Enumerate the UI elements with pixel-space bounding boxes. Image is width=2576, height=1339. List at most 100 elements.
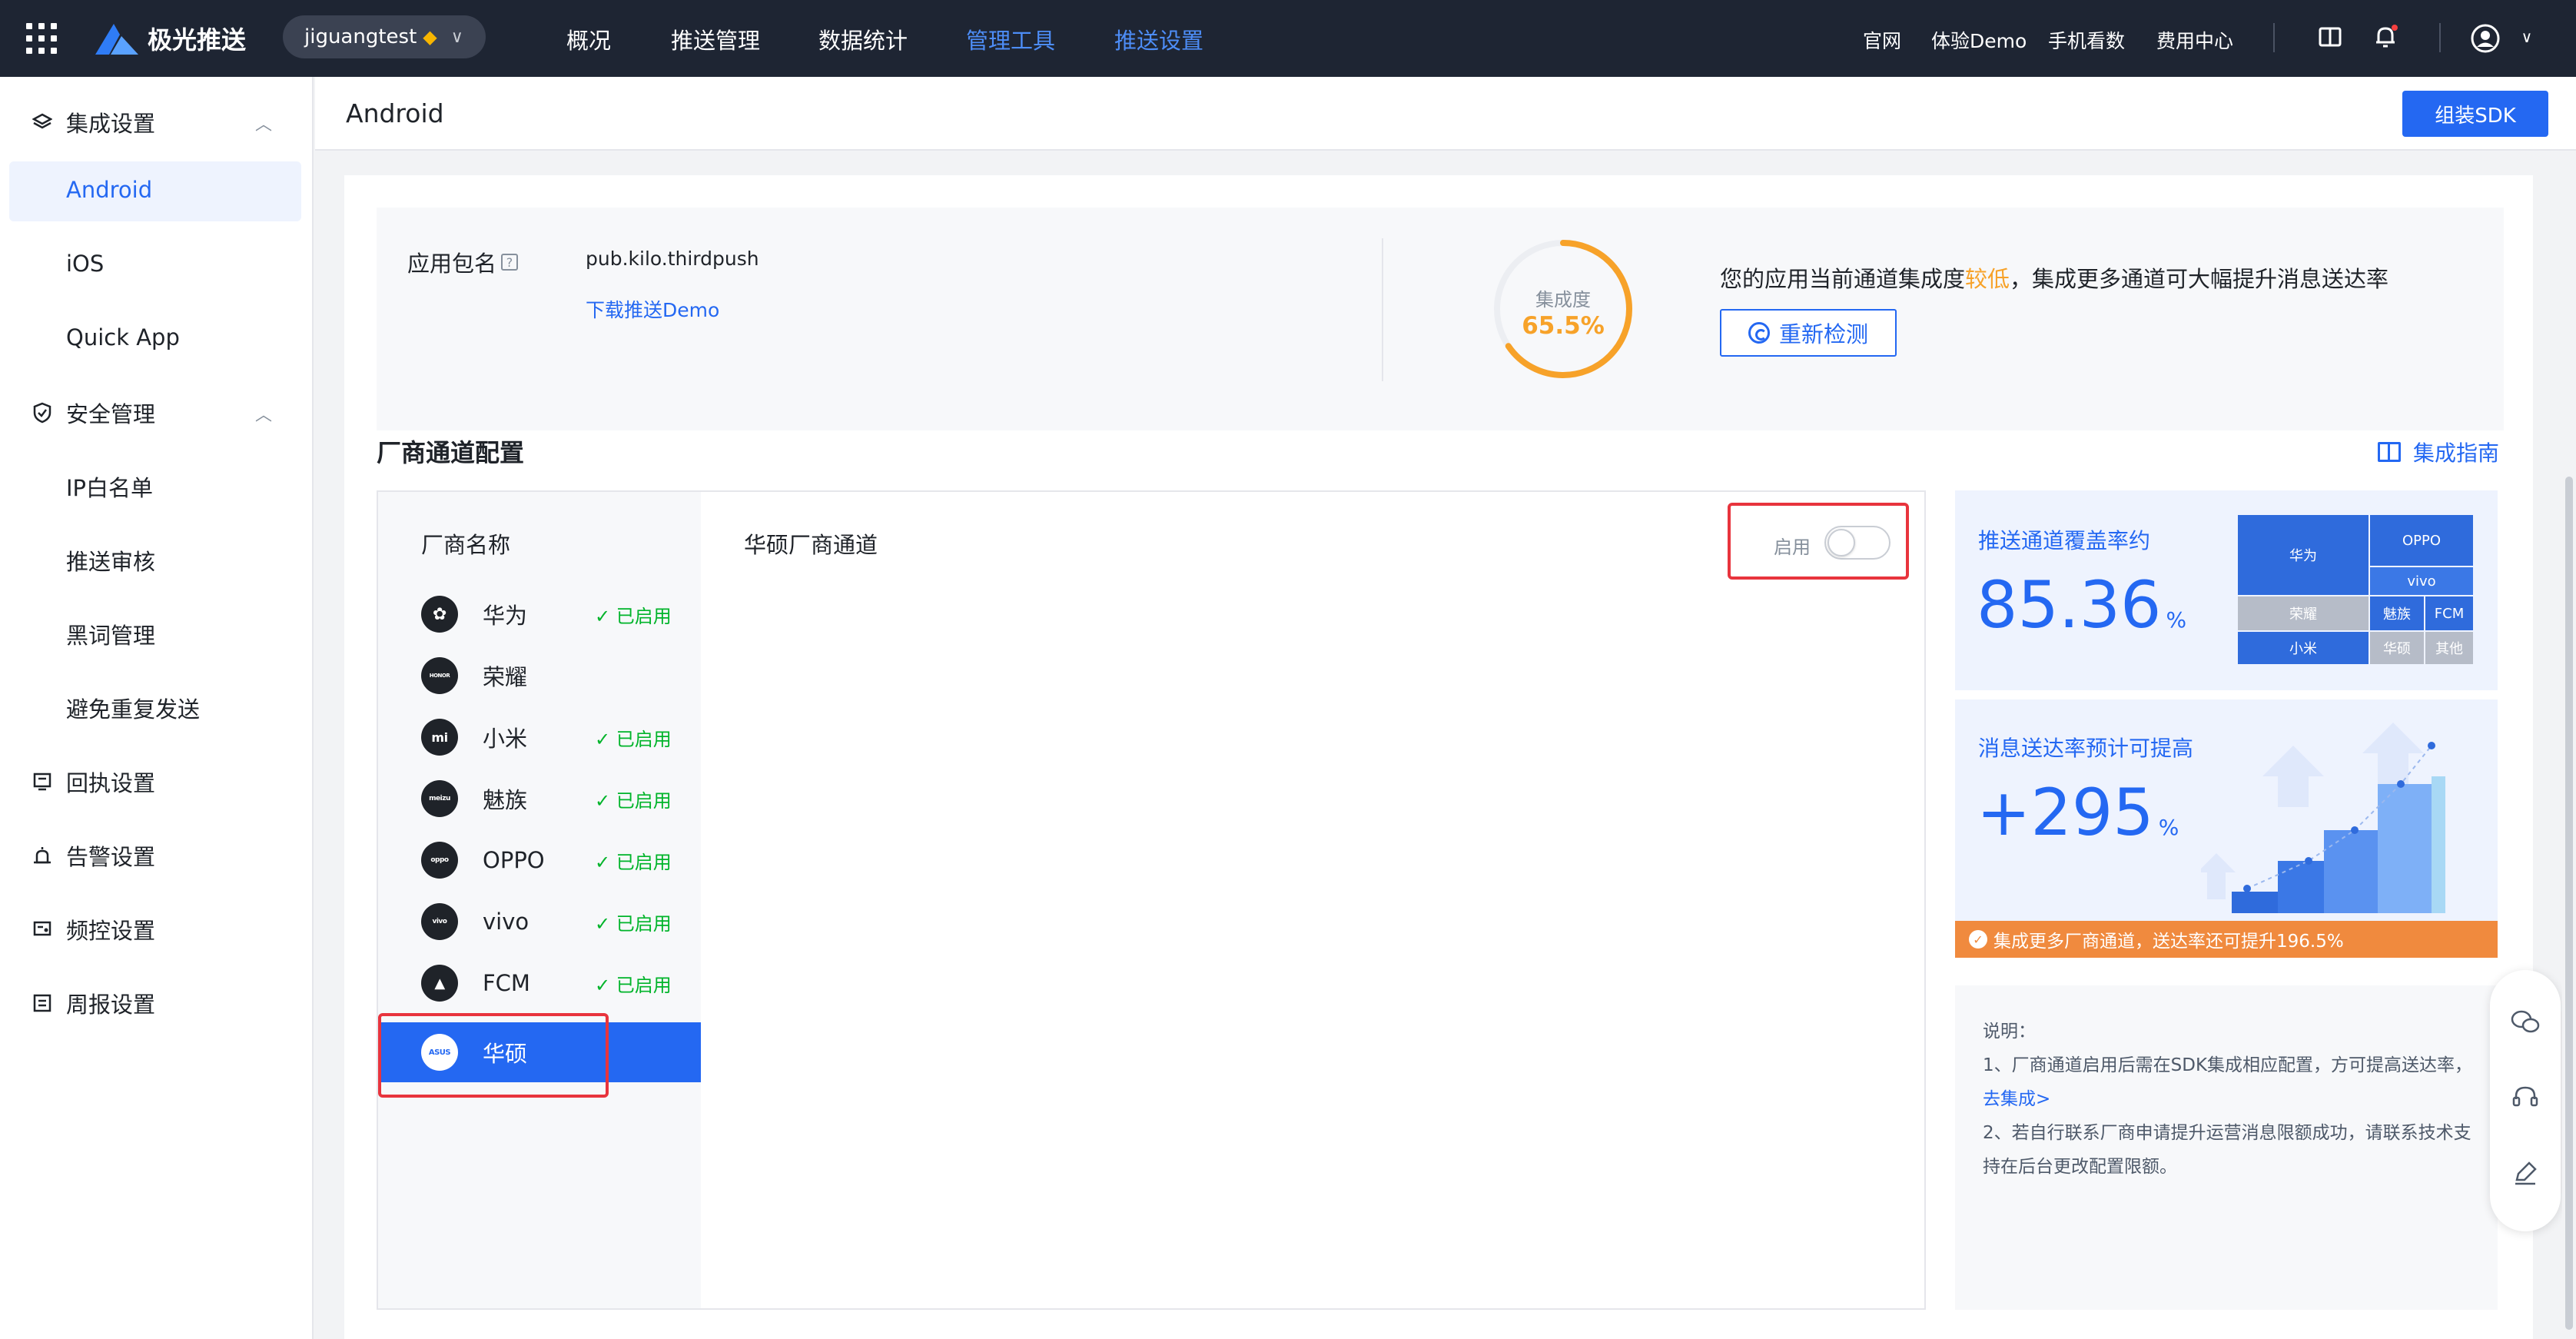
collapse-caret-icon[interactable]: ︿: [255, 401, 272, 426]
page-title: Android: [346, 98, 444, 128]
treemap-cell-honor: 荣耀: [2238, 596, 2369, 630]
integration-guide-label: 集成指南: [2413, 440, 2500, 466]
coverage-value: 85.36%: [1977, 567, 2186, 643]
sidebar-group-alarm[interactable]: 告警设置: [31, 839, 155, 872]
edit-feedback-icon[interactable]: [2510, 1158, 2541, 1188]
mobile-dashboard-link[interactable]: 手机看数: [2048, 26, 2125, 54]
gauge-label: 集成度: [1535, 289, 1591, 311]
integration-message-suffix: ，集成更多通道可大幅提升消息送达率: [2010, 266, 2389, 292]
fcm-logo-icon: ▲: [421, 965, 458, 1002]
notification-bell-icon[interactable]: [2370, 22, 2401, 52]
vip-gem-icon: ◆: [423, 26, 437, 48]
huawei-logo-icon: ✿: [421, 596, 458, 633]
refresh-icon: [1748, 322, 1770, 344]
app-grid-icon[interactable]: [26, 23, 57, 54]
vendor-row-honor[interactable]: HONOR 荣耀: [378, 646, 701, 706]
divider: [2439, 23, 2441, 52]
gauge-value: 65.5%: [1522, 312, 1605, 340]
sidebar-item-ios[interactable]: iOS: [66, 251, 104, 277]
wechat-icon[interactable]: [2510, 1007, 2541, 1038]
vivo-logo-icon: vivo: [421, 903, 458, 940]
app-selector[interactable]: jiguangtest ◆ ∨: [283, 15, 486, 58]
selection-highlight-box: [378, 1013, 609, 1098]
vendor-row-meizu[interactable]: meizu 魅族 ✓ 已启用: [378, 769, 701, 829]
shield-icon: [31, 401, 54, 424]
integration-level: 较低: [1965, 266, 2010, 292]
package-name-label-text: 应用包名: [407, 251, 497, 277]
official-site-link[interactable]: 官网: [1863, 26, 1901, 54]
collapse-caret-icon[interactable]: ︿: [255, 111, 272, 135]
vendor-row-huawei[interactable]: ✿ 华为 ✓ 已启用: [378, 584, 701, 644]
sidebar-group-weekly-report[interactable]: 周报设置: [31, 987, 155, 1019]
coverage-unit: %: [2166, 607, 2187, 633]
sidebar-group-integration[interactable]: 集成设置: [31, 106, 155, 138]
integration-message-prefix: 您的应用当前通道集成度: [1720, 266, 1966, 292]
page-scrollbar[interactable]: [2562, 151, 2576, 1339]
build-sdk-button[interactable]: 组装SDK: [2402, 91, 2548, 137]
sidebar-item-quick-app[interactable]: Quick App: [66, 324, 180, 351]
toggle-knob: [1827, 529, 1855, 557]
top-navigation-bar: 极光推送 jiguangtest ◆ ∨ 概况 推送管理 数据统计 管理工具 推…: [0, 0, 2576, 77]
chevron-down-icon: ∨: [450, 27, 463, 47]
sidebar-group-label: 告警设置: [66, 844, 156, 870]
vendor-list-header: 厂商名称: [421, 532, 511, 558]
floating-toolbar: [2490, 970, 2561, 1231]
sidebar-item-ip-whitelist[interactable]: IP白名单: [66, 470, 153, 503]
nav-push-management[interactable]: 推送管理: [671, 23, 760, 55]
vendor-config-panel: 厂商名称 ✿ 华为 ✓ 已启用 HONOR 荣耀 mi 小米 ✓ 已启用 mei…: [377, 490, 1926, 1310]
enable-toggle[interactable]: [1824, 526, 1891, 560]
delivery-rate-card: 消息送达率预计可提高 +295% ✓ 集成更多厂商通道，送达率还可提升196.5…: [1955, 699, 2498, 958]
delivery-rate-unit: %: [2158, 815, 2179, 840]
sidebar-active-highlight: [9, 161, 301, 221]
go-integrate-link[interactable]: 去集成>: [1983, 1089, 2050, 1109]
nav-overview[interactable]: 概况: [566, 23, 611, 55]
sidebar-group-label: 安全管理: [66, 401, 156, 427]
vendor-list: 厂商名称 ✿ 华为 ✓ 已启用 HONOR 荣耀 mi 小米 ✓ 已启用 mei…: [378, 492, 701, 1308]
brand[interactable]: 极光推送: [94, 17, 246, 60]
integration-guide-link[interactable]: 集成指南: [2378, 437, 2499, 467]
sidebar-group-security[interactable]: 安全管理: [31, 397, 155, 429]
vendor-name: 荣耀: [483, 664, 528, 690]
xiaomi-logo-icon: mi: [421, 719, 458, 756]
sidebar: 集成设置 ︿ Android iOS Quick App 安全管理 ︿ IP白名…: [0, 77, 314, 1339]
sidebar-item-blacklist-words[interactable]: 黑词管理: [66, 618, 155, 650]
vendor-row-vivo[interactable]: vivo vivo ✓ 已启用: [378, 892, 701, 952]
download-demo-link[interactable]: 下载推送Demo: [586, 295, 719, 323]
sidebar-group-receipt[interactable]: 回执设置: [31, 766, 155, 798]
recheck-button[interactable]: 重新检测: [1720, 309, 1897, 357]
vendor-name: 小米: [483, 726, 528, 752]
delivery-rate-value: +295%: [1977, 775, 2179, 850]
help-icon[interactable]: ?: [501, 254, 519, 271]
notes-line-1: 1、厂商通道启用后需在SDK集成相应配置，方可提高送达率， 去集成>: [1983, 1048, 2475, 1116]
sidebar-item-android[interactable]: Android: [66, 177, 152, 203]
vendor-section-title: 厂商通道配置: [377, 438, 525, 467]
treemap-cell-asus: 华硕: [2370, 632, 2424, 664]
notes-line-2: 2、若自行联系厂商申请提升运营消息限额成功，请联系技术支持在后台更改配置限额。: [1983, 1123, 2471, 1177]
vendor-row-fcm[interactable]: ▲ FCM ✓ 已启用: [378, 953, 701, 1013]
treemap-cell-meizu: 魅族: [2370, 596, 2424, 630]
nav-statistics[interactable]: 数据统计: [818, 23, 908, 55]
sidebar-group-frequency[interactable]: 频控设置: [31, 913, 155, 945]
sidebar-item-dedupe-send[interactable]: 避免重复发送: [66, 692, 200, 724]
vendor-enabled-status: ✓ 已启用: [595, 728, 672, 750]
app-info-panel: 应用包名 ? pub.kilo.thirdpush 下载推送Demo 集成度 6…: [377, 208, 2504, 430]
brand-name: 极光推送: [148, 25, 247, 55]
nav-management-tools[interactable]: 管理工具: [966, 23, 1055, 55]
demo-link[interactable]: 体验Demo: [1931, 26, 2027, 54]
meizu-logo-icon: meizu: [421, 780, 458, 817]
vendor-row-oppo[interactable]: oppo OPPO ✓ 已启用: [378, 830, 701, 890]
docs-icon[interactable]: [2315, 22, 2345, 52]
nav-push-settings[interactable]: 推送设置: [1114, 23, 1203, 55]
notes-title: 说明：: [1983, 1022, 2036, 1042]
frequency-icon: [31, 918, 54, 941]
treemap-cell-other: 其他: [2425, 632, 2473, 664]
billing-center-link[interactable]: 费用中心: [2156, 26, 2233, 54]
user-avatar-icon[interactable]: [2468, 22, 2502, 55]
vendor-row-xiaomi[interactable]: mi 小米 ✓ 已启用: [378, 707, 701, 767]
user-menu-chevron-icon[interactable]: ∨: [2511, 22, 2542, 52]
sidebar-item-push-review[interactable]: 推送审核: [66, 544, 155, 576]
customer-service-icon[interactable]: [2510, 1082, 2541, 1113]
scrollbar-thumb[interactable]: [2565, 477, 2573, 1330]
layers-icon: [31, 111, 54, 134]
vendor-enabled-status: ✓ 已启用: [595, 974, 672, 996]
